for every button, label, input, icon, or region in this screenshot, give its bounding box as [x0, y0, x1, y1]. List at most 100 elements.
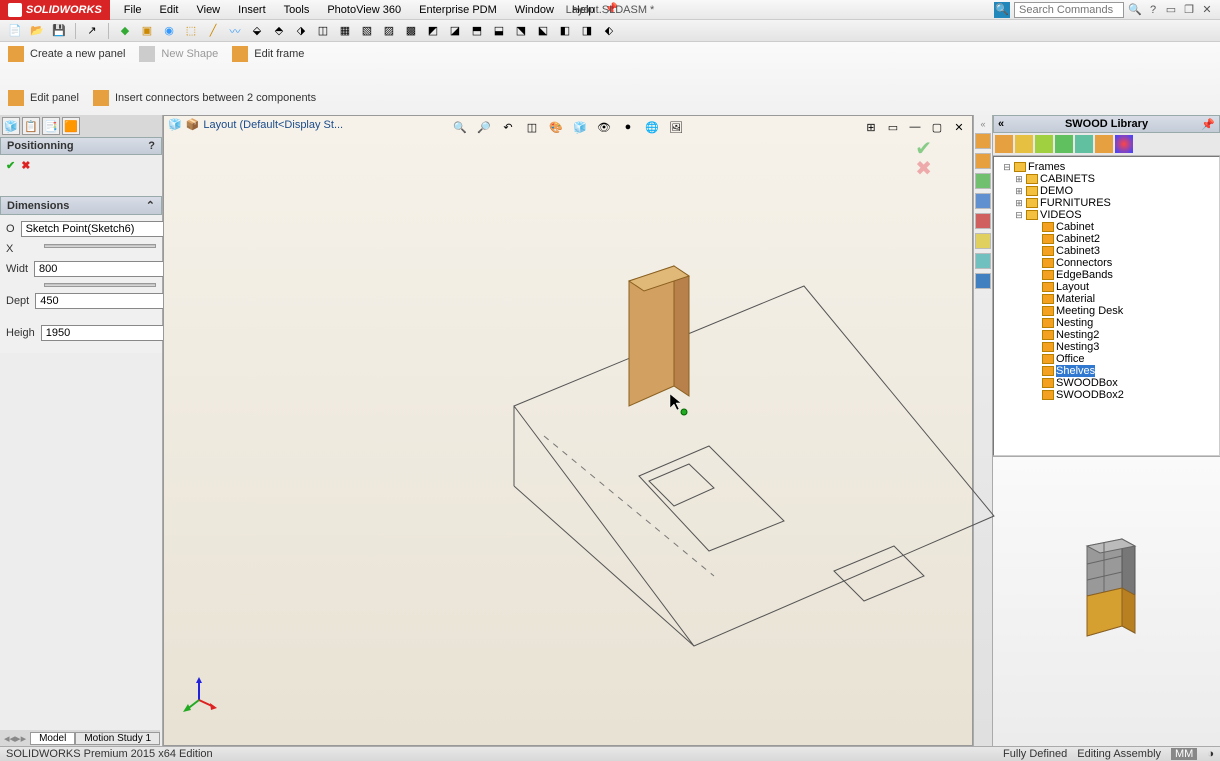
tool1-icon[interactable]: ⬙ [248, 22, 266, 40]
lib-tb6-icon[interactable] [1095, 135, 1113, 153]
tree-item-cabinet3[interactable]: Cabinet3 [998, 245, 1215, 257]
shape3-icon[interactable]: ◉ [160, 22, 178, 40]
tree-item-meeting desk[interactable]: Meeting Desk [998, 305, 1215, 317]
lib-tb4-icon[interactable] [1055, 135, 1073, 153]
restore-icon[interactable]: ❐ [1182, 3, 1196, 17]
tool10-icon[interactable]: ◪ [446, 22, 464, 40]
menu-view[interactable]: View [188, 2, 228, 18]
status-units[interactable]: MM [1171, 748, 1197, 760]
panel-tab-3[interactable]: 📑 [42, 117, 60, 135]
tool9-icon[interactable]: ◩ [424, 22, 442, 40]
lib-tb7-icon[interactable] [1115, 135, 1133, 153]
bottom-tab-model[interactable]: Model [30, 732, 75, 745]
shelves-preview-icon[interactable] [1067, 536, 1147, 666]
scene-icon[interactable]: 🌐 [643, 118, 661, 136]
tree-item-layout[interactable]: Layout [998, 281, 1215, 293]
save-icon[interactable]: 💾 [50, 22, 68, 40]
vp-close-icon[interactable]: ✕ [950, 118, 968, 136]
vp-max-icon[interactable]: ▢ [928, 118, 946, 136]
strip-home-icon[interactable] [975, 133, 991, 149]
menu-edit[interactable]: Edit [152, 2, 187, 18]
tree-item-edgebands[interactable]: EdgeBands [998, 269, 1215, 281]
vp-min-icon[interactable]: — [906, 118, 924, 136]
cursor-icon[interactable]: ↗ [83, 22, 101, 40]
minimize-icon[interactable]: ▭ [1164, 3, 1178, 17]
bottom-tab-motion[interactable]: Motion Study 1 [75, 732, 160, 745]
tool4-icon[interactable]: ◫ [314, 22, 332, 40]
tool15-icon[interactable]: ◧ [556, 22, 574, 40]
cube-icon[interactable]: ⬚ [182, 22, 200, 40]
viewport-breadcrumb[interactable]: 🧊 📦 Layout (Default<Display St... [168, 118, 343, 131]
view-orient-icon[interactable]: 🧊 [571, 118, 589, 136]
close-icon[interactable]: ✕ [1200, 3, 1214, 17]
help-small-icon[interactable]: ? [148, 140, 155, 152]
lib-back-icon[interactable]: « [998, 118, 1004, 130]
prev-view-icon[interactable]: ↶ [499, 118, 517, 136]
hide-show-icon[interactable]: 👁 [595, 118, 613, 136]
tree-item-cabinet2[interactable]: Cabinet2 [998, 233, 1215, 245]
zoom-area-icon[interactable]: 🔎 [475, 118, 493, 136]
status-extra-icon[interactable]: ◑ [1207, 748, 1214, 760]
tool7-icon[interactable]: ▨ [380, 22, 398, 40]
tree-root[interactable]: ⊟Frames [998, 161, 1215, 173]
tree-item-nesting[interactable]: Nesting [998, 317, 1215, 329]
vp-btn2[interactable]: ▭ [884, 118, 902, 136]
display-icon[interactable]: 🎨 [547, 118, 565, 136]
tool6-icon[interactable]: ▧ [358, 22, 376, 40]
zoom-fit-icon[interactable]: 🔍 [451, 118, 469, 136]
tree-item-material[interactable]: Material [998, 293, 1215, 305]
dimensions-header[interactable]: Dimensions⌃ [0, 196, 162, 215]
render-icon[interactable]: 🖼 [667, 118, 685, 136]
menu-tools[interactable]: Tools [276, 2, 318, 18]
menu-photoview[interactable]: PhotoView 360 [319, 2, 409, 18]
section-icon[interactable]: ◫ [523, 118, 541, 136]
tree-item-connectors[interactable]: Connectors [998, 257, 1215, 269]
bottom-nav-icons[interactable]: ◂◂▸▸ [0, 732, 30, 745]
new-doc-icon[interactable]: 📄 [6, 22, 24, 40]
menu-window[interactable]: Window [507, 2, 562, 18]
strip-collapse-icon[interactable]: « [980, 119, 985, 129]
edit-frame-button[interactable]: Edit frame [232, 46, 304, 62]
menu-file[interactable]: File [116, 2, 150, 18]
search-icon[interactable]: 🔍 [1128, 3, 1142, 17]
tool2-icon[interactable]: ⬘ [270, 22, 288, 40]
ok-icon[interactable]: ✔ [6, 159, 15, 172]
tool13-icon[interactable]: ⬔ [512, 22, 530, 40]
tool11-icon[interactable]: ⬒ [468, 22, 486, 40]
strip-lib-icon[interactable] [975, 153, 991, 169]
curve-icon[interactable]: 〰 [226, 22, 244, 40]
tool16-icon[interactable]: ◨ [578, 22, 596, 40]
tree-item-nesting2[interactable]: Nesting2 [998, 329, 1215, 341]
lib-tb3-icon[interactable] [1035, 135, 1053, 153]
tree-item-office[interactable]: Office [998, 353, 1215, 365]
lib-tb2-icon[interactable] [1015, 135, 1033, 153]
x-slider[interactable] [44, 244, 156, 248]
viewport[interactable]: 🧊 📦 Layout (Default<Display St... 🔍 🔎 ↶ … [163, 115, 973, 746]
tool8-icon[interactable]: ▩ [402, 22, 420, 40]
tree-item-swoodbox2[interactable]: SWOODBox2 [998, 389, 1215, 401]
tool17-icon[interactable]: ⬖ [600, 22, 618, 40]
view-triad-icon[interactable] [179, 675, 219, 715]
search-input[interactable] [1014, 2, 1124, 18]
width-slider[interactable] [44, 283, 156, 287]
tree-cabinets[interactable]: ⊞CABINETS [998, 173, 1215, 185]
library-tree[interactable]: ⊟Frames ⊞CABINETS ⊞DEMO ⊞FURNITURES ⊟VID… [993, 156, 1220, 456]
collapse-icon[interactable]: ⌃ [146, 199, 155, 212]
cabinet-3d[interactable] [629, 266, 689, 406]
tree-item-cabinet[interactable]: Cabinet [998, 221, 1215, 233]
panel-tab-1[interactable]: 🧊 [2, 117, 20, 135]
create-panel-button[interactable]: Create a new panel [8, 46, 125, 62]
shape2-icon[interactable]: ▣ [138, 22, 156, 40]
appearance-icon[interactable]: ● [619, 118, 637, 136]
cancel-icon[interactable]: ✖ [21, 159, 30, 172]
lib-tb1-icon[interactable] [995, 135, 1013, 153]
vp-btn1[interactable]: ⊞ [862, 118, 880, 136]
insert-connectors-button[interactable]: Insert connectors between 2 components [93, 90, 316, 106]
shape1-icon[interactable]: ◆ [116, 22, 134, 40]
panel-tab-4[interactable]: 🟧 [62, 117, 80, 135]
tool3-icon[interactable]: ⬗ [292, 22, 310, 40]
tool5-icon[interactable]: ▦ [336, 22, 354, 40]
tree-item-swoodbox[interactable]: SWOODBox [998, 377, 1215, 389]
tree-item-nesting3[interactable]: Nesting3 [998, 341, 1215, 353]
line-icon[interactable]: ╱ [204, 22, 222, 40]
